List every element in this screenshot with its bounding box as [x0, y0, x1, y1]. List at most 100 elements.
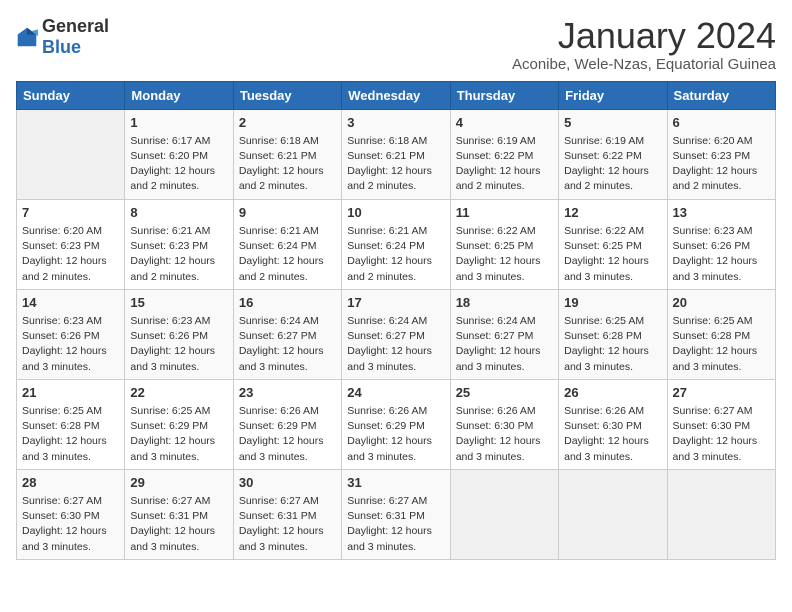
- day-info: Sunrise: 6:20 AM Sunset: 6:23 PM Dayligh…: [22, 224, 119, 285]
- day-number: 28: [22, 474, 119, 492]
- day-number: 5: [564, 114, 661, 132]
- day-info: Sunrise: 6:20 AM Sunset: 6:23 PM Dayligh…: [673, 134, 770, 195]
- day-info: Sunrise: 6:21 AM Sunset: 6:23 PM Dayligh…: [130, 224, 227, 285]
- day-number: 27: [673, 384, 770, 402]
- day-number: 6: [673, 114, 770, 132]
- calendar-cell: 21 Sunrise: 6:25 AM Sunset: 6:28 PM Dayli…: [17, 379, 125, 469]
- day-info: Sunrise: 6:27 AM Sunset: 6:31 PM Dayligh…: [239, 494, 336, 555]
- calendar-week-row: 1Sunrise: 6:17 AM Sunset: 6:20 PM Daylig…: [17, 109, 776, 199]
- calendar-cell: [667, 469, 775, 559]
- calendar-cell: 27 Sunrise: 6:27 AM Sunset: 6:30 PM Dayli…: [667, 379, 775, 469]
- day-info: Sunrise: 6:27 AM Sunset: 6:31 PM Dayligh…: [347, 494, 444, 555]
- calendar-cell: 13 Sunrise: 6:23 AM Sunset: 6:26 PM Dayli…: [667, 199, 775, 289]
- day-info: Sunrise: 6:21 AM Sunset: 6:24 PM Dayligh…: [347, 224, 444, 285]
- calendar-cell: 30Sunrise: 6:27 AM Sunset: 6:31 PM Dayli…: [233, 469, 341, 559]
- day-info: Sunrise: 6:26 AM Sunset: 6:30 PM Dayligh…: [456, 404, 553, 465]
- day-info: Sunrise: 6:23 AM Sunset: 6:26 PM Dayligh…: [130, 314, 227, 375]
- calendar-cell: [17, 109, 125, 199]
- calendar-cell: [559, 469, 667, 559]
- day-info: Sunrise: 6:24 AM Sunset: 6:27 PM Dayligh…: [239, 314, 336, 375]
- calendar-week-row: 21 Sunrise: 6:25 AM Sunset: 6:28 PM Dayli…: [17, 379, 776, 469]
- day-info: Sunrise: 6:25 AM Sunset: 6:28 PM Dayligh…: [564, 314, 661, 375]
- day-info: Sunrise: 6:18 AM Sunset: 6:21 PM Dayligh…: [239, 134, 336, 195]
- day-number: 29: [130, 474, 227, 492]
- day-info: Sunrise: 6:25 AM Sunset: 6:29 PM Dayligh…: [130, 404, 227, 465]
- day-number: 23: [239, 384, 336, 402]
- day-number: 8: [130, 204, 227, 222]
- title-area: January 2024 Aconibe, Wele-Nzas, Equator…: [512, 16, 776, 73]
- day-number: 20: [673, 294, 770, 312]
- day-info: Sunrise: 6:27 AM Sunset: 6:30 PM Dayligh…: [673, 404, 770, 465]
- calendar-cell: 24 Sunrise: 6:26 AM Sunset: 6:29 PM Dayli…: [342, 379, 450, 469]
- day-info: Sunrise: 6:26 AM Sunset: 6:30 PM Dayligh…: [564, 404, 661, 465]
- col-header-wednesday: Wednesday: [342, 81, 450, 109]
- calendar-cell: 28 Sunrise: 6:27 AM Sunset: 6:30 PM Dayli…: [17, 469, 125, 559]
- day-number: 19: [564, 294, 661, 312]
- calendar-cell: 9Sunrise: 6:21 AM Sunset: 6:24 PM Daylig…: [233, 199, 341, 289]
- calendar-cell: 26 Sunrise: 6:26 AM Sunset: 6:30 PM Dayli…: [559, 379, 667, 469]
- calendar-cell: 15Sunrise: 6:23 AM Sunset: 6:26 PM Dayli…: [125, 289, 233, 379]
- calendar-week-row: 7Sunrise: 6:20 AM Sunset: 6:23 PM Daylig…: [17, 199, 776, 289]
- col-header-sunday: Sunday: [17, 81, 125, 109]
- calendar-cell: 10 Sunrise: 6:21 AM Sunset: 6:24 PM Dayli…: [342, 199, 450, 289]
- day-info: Sunrise: 6:19 AM Sunset: 6:22 PM Dayligh…: [564, 134, 661, 195]
- logo-blue: Blue: [42, 37, 81, 57]
- calendar-cell: [450, 469, 558, 559]
- col-header-saturday: Saturday: [667, 81, 775, 109]
- calendar-cell: 16 Sunrise: 6:24 AM Sunset: 6:27 PM Dayli…: [233, 289, 341, 379]
- calendar-cell: 2 Sunrise: 6:18 AM Sunset: 6:21 PM Daylig…: [233, 109, 341, 199]
- day-number: 13: [673, 204, 770, 222]
- day-info: Sunrise: 6:19 AM Sunset: 6:22 PM Dayligh…: [456, 134, 553, 195]
- calendar-cell: 22 Sunrise: 6:25 AM Sunset: 6:29 PM Dayli…: [125, 379, 233, 469]
- day-info: Sunrise: 6:18 AM Sunset: 6:21 PM Dayligh…: [347, 134, 444, 195]
- day-number: 10: [347, 204, 444, 222]
- calendar-cell: 12 Sunrise: 6:22 AM Sunset: 6:25 PM Dayli…: [559, 199, 667, 289]
- day-info: Sunrise: 6:27 AM Sunset: 6:31 PM Dayligh…: [130, 494, 227, 555]
- logo-text: General Blue: [42, 16, 109, 58]
- calendar-week-row: 28 Sunrise: 6:27 AM Sunset: 6:30 PM Dayli…: [17, 469, 776, 559]
- day-number: 2: [239, 114, 336, 132]
- calendar-cell: 7Sunrise: 6:20 AM Sunset: 6:23 PM Daylig…: [17, 199, 125, 289]
- day-number: 9: [239, 204, 336, 222]
- day-number: 17: [347, 294, 444, 312]
- day-info: Sunrise: 6:22 AM Sunset: 6:25 PM Dayligh…: [456, 224, 553, 285]
- main-title: January 2024: [512, 16, 776, 56]
- day-info: Sunrise: 6:23 AM Sunset: 6:26 PM Dayligh…: [673, 224, 770, 285]
- calendar-cell: 17 Sunrise: 6:24 AM Sunset: 6:27 PM Dayli…: [342, 289, 450, 379]
- calendar-cell: 19 Sunrise: 6:25 AM Sunset: 6:28 PM Dayli…: [559, 289, 667, 379]
- col-header-tuesday: Tuesday: [233, 81, 341, 109]
- day-number: 3: [347, 114, 444, 132]
- day-info: Sunrise: 6:23 AM Sunset: 6:26 PM Dayligh…: [22, 314, 119, 375]
- day-number: 21: [22, 384, 119, 402]
- day-info: Sunrise: 6:26 AM Sunset: 6:29 PM Dayligh…: [347, 404, 444, 465]
- day-info: Sunrise: 6:24 AM Sunset: 6:27 PM Dayligh…: [347, 314, 444, 375]
- logo-icon: [16, 26, 38, 48]
- day-info: Sunrise: 6:25 AM Sunset: 6:28 PM Dayligh…: [22, 404, 119, 465]
- day-info: Sunrise: 6:17 AM Sunset: 6:20 PM Dayligh…: [130, 134, 227, 195]
- col-header-thursday: Thursday: [450, 81, 558, 109]
- calendar-cell: 29 Sunrise: 6:27 AM Sunset: 6:31 PM Dayli…: [125, 469, 233, 559]
- day-number: 14: [22, 294, 119, 312]
- day-number: 25: [456, 384, 553, 402]
- subtitle: Aconibe, Wele-Nzas, Equatorial Guinea: [512, 56, 776, 73]
- calendar-cell: 1Sunrise: 6:17 AM Sunset: 6:20 PM Daylig…: [125, 109, 233, 199]
- day-info: Sunrise: 6:22 AM Sunset: 6:25 PM Dayligh…: [564, 224, 661, 285]
- day-number: 24: [347, 384, 444, 402]
- calendar-cell: 3 Sunrise: 6:18 AM Sunset: 6:21 PM Daylig…: [342, 109, 450, 199]
- day-number: 26: [564, 384, 661, 402]
- day-info: Sunrise: 6:25 AM Sunset: 6:28 PM Dayligh…: [673, 314, 770, 375]
- calendar-cell: 18Sunrise: 6:24 AM Sunset: 6:27 PM Dayli…: [450, 289, 558, 379]
- calendar-cell: 25 Sunrise: 6:26 AM Sunset: 6:30 PM Dayli…: [450, 379, 558, 469]
- day-info: Sunrise: 6:26 AM Sunset: 6:29 PM Dayligh…: [239, 404, 336, 465]
- col-header-monday: Monday: [125, 81, 233, 109]
- day-info: Sunrise: 6:24 AM Sunset: 6:27 PM Dayligh…: [456, 314, 553, 375]
- day-number: 12: [564, 204, 661, 222]
- day-number: 16: [239, 294, 336, 312]
- calendar-cell: 6 Sunrise: 6:20 AM Sunset: 6:23 PM Daylig…: [667, 109, 775, 199]
- calendar-cell: 14 Sunrise: 6:23 AM Sunset: 6:26 PM Dayli…: [17, 289, 125, 379]
- day-number: 4: [456, 114, 553, 132]
- day-info: Sunrise: 6:27 AM Sunset: 6:30 PM Dayligh…: [22, 494, 119, 555]
- calendar-cell: 11Sunrise: 6:22 AM Sunset: 6:25 PM Dayli…: [450, 199, 558, 289]
- day-number: 22: [130, 384, 227, 402]
- header: General Blue January 2024 Aconibe, Wele-…: [16, 16, 776, 73]
